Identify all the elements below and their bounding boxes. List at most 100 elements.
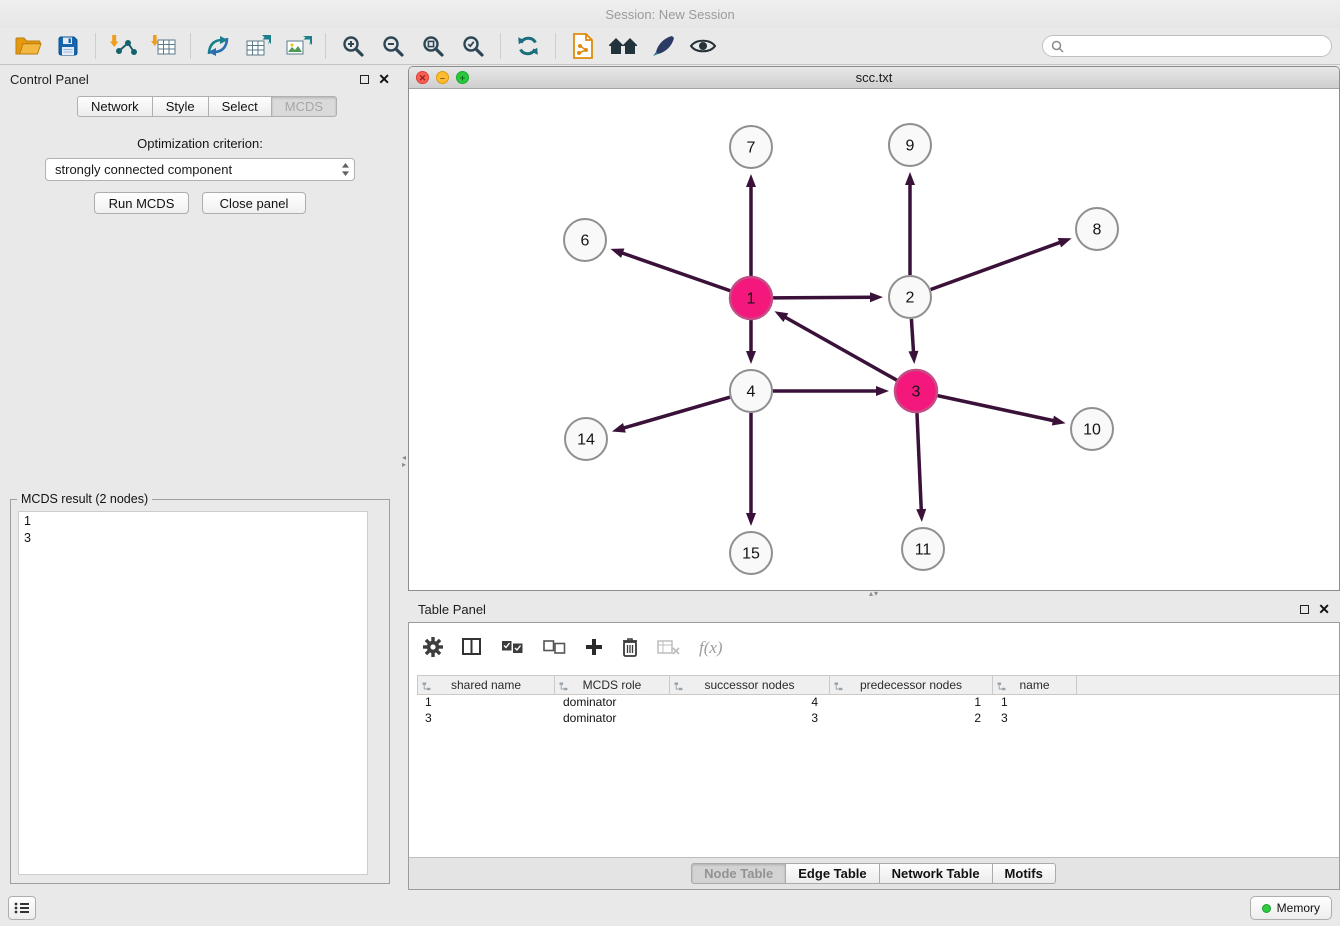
zoom-fit-icon[interactable] [413,29,453,63]
svg-text:1: 1 [747,291,756,308]
svg-text:6: 6 [581,233,590,250]
run-mcds-button[interactable]: Run MCDS [94,192,189,214]
zoom-out-icon[interactable] [373,29,413,63]
tab-select[interactable]: Select [208,96,272,117]
show-hide-icon[interactable] [683,29,723,63]
graph-edge-3-11[interactable] [917,413,921,510]
close-panel-button[interactable]: Close panel [202,192,306,214]
network-file-icon[interactable] [563,29,603,63]
apply-style-icon[interactable] [643,29,683,63]
column-header-shared-name[interactable]: shared name [417,676,555,694]
table-panel: Table Panel ✕ [408,596,1340,890]
table-row[interactable]: 3dominator323 [417,711,1339,727]
svg-text:7: 7 [747,140,756,157]
tab-network[interactable]: Network [77,96,153,117]
list-icon [14,902,30,914]
tab-node-table[interactable]: Node Table [691,863,786,884]
tab-edge-table[interactable]: Edge Table [785,863,879,884]
table-cell: 3 [993,711,1077,727]
graph-edge-1-2[interactable] [773,297,871,298]
memory-button[interactable]: Memory [1250,896,1332,920]
tab-mcds[interactable]: MCDS [271,96,337,117]
minimize-window-icon[interactable]: – [436,71,449,84]
graph-node-2[interactable]: 2 [889,276,931,318]
network-window-titlebar: ✕ – + scc.txt [409,67,1339,89]
splitter-handle-icon[interactable]: ◂▸ [402,454,406,468]
graph-node-6[interactable]: 6 [564,219,606,261]
graph-node-14[interactable]: 14 [565,418,607,460]
graph-node-8[interactable]: 8 [1076,208,1118,250]
save-session-icon[interactable] [48,29,88,63]
vertical-splitter[interactable]: ◂▸ [400,66,408,890]
network-canvas[interactable]: 7 9 6 8 1 2 4 3 14 10 15 11 [409,89,1339,590]
edge-arrowhead-icon [610,248,624,257]
gear-icon[interactable] [423,637,443,660]
toolbar-separator [555,33,556,59]
clone-network-icon[interactable] [198,29,238,63]
control-panel: Control Panel ✕ Network Style Select MCD… [0,66,400,890]
table-row[interactable]: 1dominator411 [417,695,1339,711]
deselect-all-icon[interactable] [543,639,566,658]
graph-node-3[interactable]: 3 [895,370,937,412]
sort-icon [559,680,568,694]
graph-node-10[interactable]: 10 [1071,408,1113,450]
control-panel-header: Control Panel ✕ [0,66,400,92]
svg-text:10: 10 [1083,422,1101,439]
open-session-icon[interactable] [8,29,48,63]
graph-node-15[interactable]: 15 [730,532,772,574]
graph-node-11[interactable]: 11 [902,528,944,570]
float-panel-icon[interactable] [360,75,369,84]
refresh-icon[interactable] [508,29,548,63]
graph-edge-3-1[interactable] [785,317,897,380]
criterion-dropdown[interactable]: strongly connected component [45,158,355,181]
mcds-result-list[interactable]: 1 3 [18,511,368,875]
tab-style[interactable]: Style [152,96,209,117]
tab-network-table[interactable]: Network Table [879,863,993,884]
function-builder-icon[interactable]: f(x) [699,638,723,658]
graph-edge-2-8[interactable] [931,242,1061,289]
add-column-icon[interactable] [585,638,603,659]
select-all-icon[interactable] [501,639,524,658]
delete-column-icon[interactable] [622,637,638,660]
graph-edge-2-3[interactable] [911,319,913,352]
show-panels-button[interactable] [8,896,36,920]
table-header-row: shared nameMCDS rolesuccessor nodesprede… [417,675,1339,695]
graph-node-7[interactable]: 7 [730,126,772,168]
import-table-icon[interactable] [143,29,183,63]
export-image-icon[interactable] [278,29,318,63]
graph-node-9[interactable]: 9 [889,124,931,166]
maximize-window-icon[interactable]: + [456,71,469,84]
float-panel-icon[interactable] [1300,605,1309,614]
toolbar-separator [325,33,326,59]
table-cell: 4 [670,695,830,711]
column-header-predecessor-nodes[interactable]: predecessor nodes [830,676,993,694]
show-neighbors-icon[interactable] [603,29,643,63]
column-header-name[interactable]: name [993,676,1077,694]
graph-edge-1-6[interactable] [622,253,730,291]
edge-arrowhead-icon [1058,238,1072,247]
search-input[interactable] [1069,39,1323,53]
edge-arrowhead-icon [1052,416,1066,426]
column-header-successor-nodes[interactable]: successor nodes [670,676,830,694]
table-cell: 3 [670,711,830,727]
network-window-title: scc.txt [409,70,1339,85]
tab-motifs[interactable]: Motifs [992,863,1056,884]
window-title: Session: New Session [605,7,734,22]
sort-icon [997,680,1006,694]
close-window-icon[interactable]: ✕ [416,71,429,84]
graph-node-4[interactable]: 4 [730,370,772,412]
delete-table-icon[interactable] [657,639,680,658]
zoom-selected-icon[interactable] [453,29,493,63]
graph-edge-3-10[interactable] [938,396,1054,421]
column-header-MCDS-role[interactable]: MCDS role [555,676,670,694]
close-panel-icon[interactable]: ✕ [378,72,390,86]
export-table-icon[interactable] [238,29,278,63]
columns-icon[interactable] [462,638,482,659]
import-network-icon[interactable] [103,29,143,63]
graph-edge-4-14[interactable] [623,397,729,428]
zoom-in-icon[interactable] [333,29,373,63]
svg-text:11: 11 [915,542,932,559]
svg-text:3: 3 [912,384,921,401]
close-panel-icon[interactable]: ✕ [1318,602,1330,616]
graph-node-1[interactable]: 1 [730,277,772,319]
